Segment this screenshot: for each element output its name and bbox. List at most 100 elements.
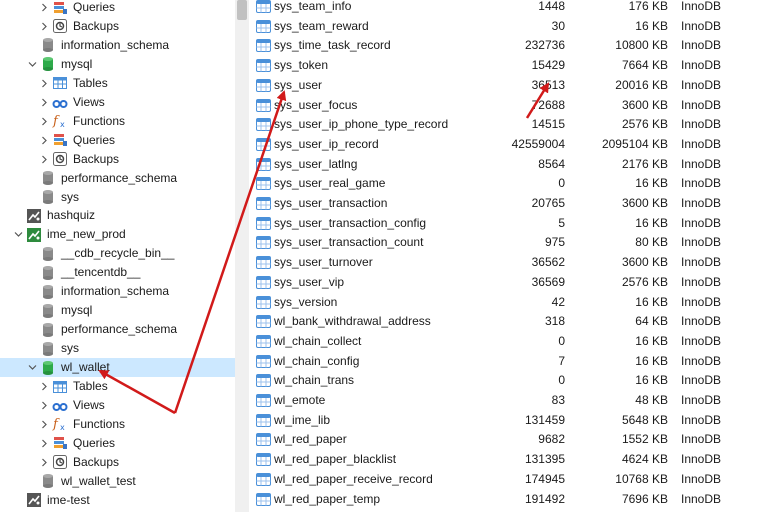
row-count: 232736	[524, 38, 565, 53]
table-name: wl_bank_withdrawal_address	[274, 314, 431, 329]
chevron-right-icon[interactable]	[38, 112, 50, 131]
tree-node-ime-test[interactable]: ime-test	[0, 491, 235, 510]
tree-node-label: performance_schema	[61, 322, 178, 337]
tree-node-backups[interactable]: Backups	[0, 150, 235, 169]
table-row[interactable]: sys_user_ip_record 42559004 2095104 KB Inno…	[249, 135, 762, 155]
table-row[interactable]: sys_user_transaction_count 975 80 KB InnoDB	[249, 233, 762, 253]
tree-node-ime-new-prod[interactable]: ime_new_prod	[0, 225, 235, 244]
tree-node-wl-wallet-test[interactable]: wl_wallet_test	[0, 472, 235, 491]
tree-node-label: Tables	[73, 75, 108, 90]
table-row[interactable]: sys_time_task_record 232736 10800 KB InnoDB	[249, 36, 762, 56]
table-row[interactable]: sys_user_vip 36569 2576 KB InnoDB	[249, 273, 762, 293]
tree-node-information-schema[interactable]: information_schema	[0, 282, 235, 301]
table-row[interactable]: wl_chain_config 7 16 KB InnoDB	[249, 352, 762, 372]
tree-node-queries[interactable]: Queries	[0, 434, 235, 453]
tree-node-tencentdb[interactable]: __tencentdb__	[0, 263, 235, 282]
table-row[interactable]: wl_chain_collect 0 16 KB InnoDB	[249, 332, 762, 352]
tree-node-views[interactable]: Views	[0, 396, 235, 415]
table-row[interactable]: wl_ime_lib 131459 5648 KB InnoDB	[249, 411, 762, 431]
table-row[interactable]: sys_user_real_game 0 16 KB InnoDB	[249, 174, 762, 194]
table-icon	[256, 38, 271, 53]
table-row[interactable]: sys_user_transaction_config 5 16 KB InnoDB	[249, 214, 762, 234]
table-row[interactable]: sys_token 15429 7664 KB InnoDB	[249, 56, 762, 76]
queries-icon	[52, 132, 68, 148]
chevron-down-icon[interactable]	[26, 358, 38, 377]
table-icon	[256, 78, 271, 93]
chevron-right-icon[interactable]	[38, 150, 50, 169]
chevron-right-icon[interactable]	[38, 93, 50, 112]
table-name: sys_user_ip_phone_type_record	[274, 117, 449, 132]
table-name: sys_token	[274, 58, 329, 73]
tree-scrollbar-thumb[interactable]	[237, 0, 247, 20]
chevron-right-icon[interactable]	[38, 396, 50, 415]
table-icon	[256, 255, 271, 270]
connection-green-icon	[26, 227, 42, 243]
tree-node-tables[interactable]: Tables	[0, 74, 235, 93]
chevron-right-icon[interactable]	[38, 17, 50, 36]
data-size: 16 KB	[635, 353, 668, 368]
tree-node-mysql[interactable]: mysql	[0, 55, 235, 74]
chevron-right-icon[interactable]	[38, 74, 50, 93]
tree-scrollbar[interactable]	[235, 0, 249, 512]
chevron-down-icon[interactable]	[26, 55, 38, 74]
tree-node-hashquiz[interactable]: hashquiz	[0, 206, 235, 225]
tree-node-queries[interactable]: Queries	[0, 131, 235, 150]
tree-node-views[interactable]: Views	[0, 93, 235, 112]
tree-node-queries[interactable]: Queries	[0, 0, 235, 17]
table-row[interactable]: wl_red_paper_temp 191492 7696 KB InnoDB	[249, 490, 762, 510]
tree-node-sys[interactable]: sys	[0, 188, 235, 207]
table-row[interactable]: sys_user_focus 72688 3600 KB InnoDB	[249, 96, 762, 116]
svg-text:x: x	[60, 120, 65, 129]
table-name: wl_ime_lib	[274, 412, 331, 427]
tree-node-performance-schema[interactable]: performance_schema	[0, 320, 235, 339]
table-row[interactable]: wl_red_paper_receive_record 174945 10768 K…	[249, 470, 762, 490]
table-row[interactable]: wl_chain_trans 0 16 KB InnoDB	[249, 371, 762, 391]
tree-node-information-schema[interactable]: information_schema	[0, 36, 235, 55]
tree-node-sys[interactable]: sys	[0, 339, 235, 358]
tree-node-cdb-recycle-bin[interactable]: __cdb_recycle_bin__	[0, 244, 235, 263]
chevron-right-icon[interactable]	[38, 434, 50, 453]
tree-node-performance-schema[interactable]: performance_schema	[0, 169, 235, 188]
tree-node-label: mysql	[61, 303, 93, 318]
table-row[interactable]: wl_emote 83 48 KB InnoDB	[249, 391, 762, 411]
tree-node-mysql[interactable]: mysql	[0, 301, 235, 320]
chevron-right-icon[interactable]	[38, 131, 50, 150]
table-row[interactable]: sys_user_transaction 20765 3600 KB InnoDB	[249, 194, 762, 214]
table-row[interactable]: sys_user_ip_phone_type_record 14515 2576 K…	[249, 115, 762, 135]
data-size: 16 KB	[635, 373, 668, 388]
row-count: 318	[544, 314, 565, 329]
engine: InnoDB	[681, 38, 722, 53]
tree-node-functions[interactable]: f x Functions	[0, 415, 235, 434]
chevron-right-icon[interactable]	[38, 415, 50, 434]
table-row[interactable]: wl_red_paper_blacklist 131395 4624 KB InnoD…	[249, 450, 762, 470]
tree-node-tables[interactable]: Tables	[0, 377, 235, 396]
chevron-right-icon[interactable]	[38, 0, 50, 17]
table-row[interactable]: sys_team_reward 30 16 KB InnoDB	[249, 17, 762, 37]
row-count: 0	[558, 373, 565, 388]
table-row[interactable]: sys_team_info 1448 176 KB InnoDB	[249, 0, 762, 17]
chevron-right-icon[interactable]	[38, 377, 50, 396]
tree-node-label: information_schema	[61, 284, 170, 299]
chevron-down-icon[interactable]	[12, 225, 24, 244]
data-size: 3600 KB	[621, 97, 668, 112]
tree-node-backups[interactable]: Backups	[0, 453, 235, 472]
tree-node-label: Views	[73, 397, 105, 412]
tree-node-label: Tables	[73, 379, 108, 393]
table-row[interactable]: sys_version 42 16 KB InnoDB	[249, 293, 762, 313]
navigation-tree[interactable]: Queries Backups information_schema mysql Tab…	[0, 0, 235, 512]
tree-node-backups[interactable]: Backups	[0, 17, 235, 36]
engine: InnoDB	[681, 255, 722, 270]
table-row[interactable]: sys_user 36513 20016 KB InnoDB	[249, 76, 762, 96]
chevron-right-icon[interactable]	[38, 453, 50, 472]
table-row[interactable]: sys_user_turnover 36562 3600 KB InnoDB	[249, 253, 762, 273]
table-row[interactable]: sys_user_latlng 8564 2176 KB InnoDB	[249, 155, 762, 175]
table-row[interactable]: wl_bank_withdrawal_address 318 64 KB InnoDB	[249, 312, 762, 332]
tree-node-functions[interactable]: f x Functions	[0, 112, 235, 131]
connection-gray-icon	[26, 208, 42, 224]
tree-node-wl-wallet[interactable]: wl_wallet	[0, 358, 235, 378]
table-row[interactable]: wl_red_paper 9682 1552 KB InnoDB	[249, 430, 762, 450]
tree-node-label: performance_schema	[61, 170, 178, 185]
database-gray-icon	[40, 284, 56, 300]
engine: InnoDB	[681, 471, 722, 486]
table-icon	[256, 235, 271, 250]
